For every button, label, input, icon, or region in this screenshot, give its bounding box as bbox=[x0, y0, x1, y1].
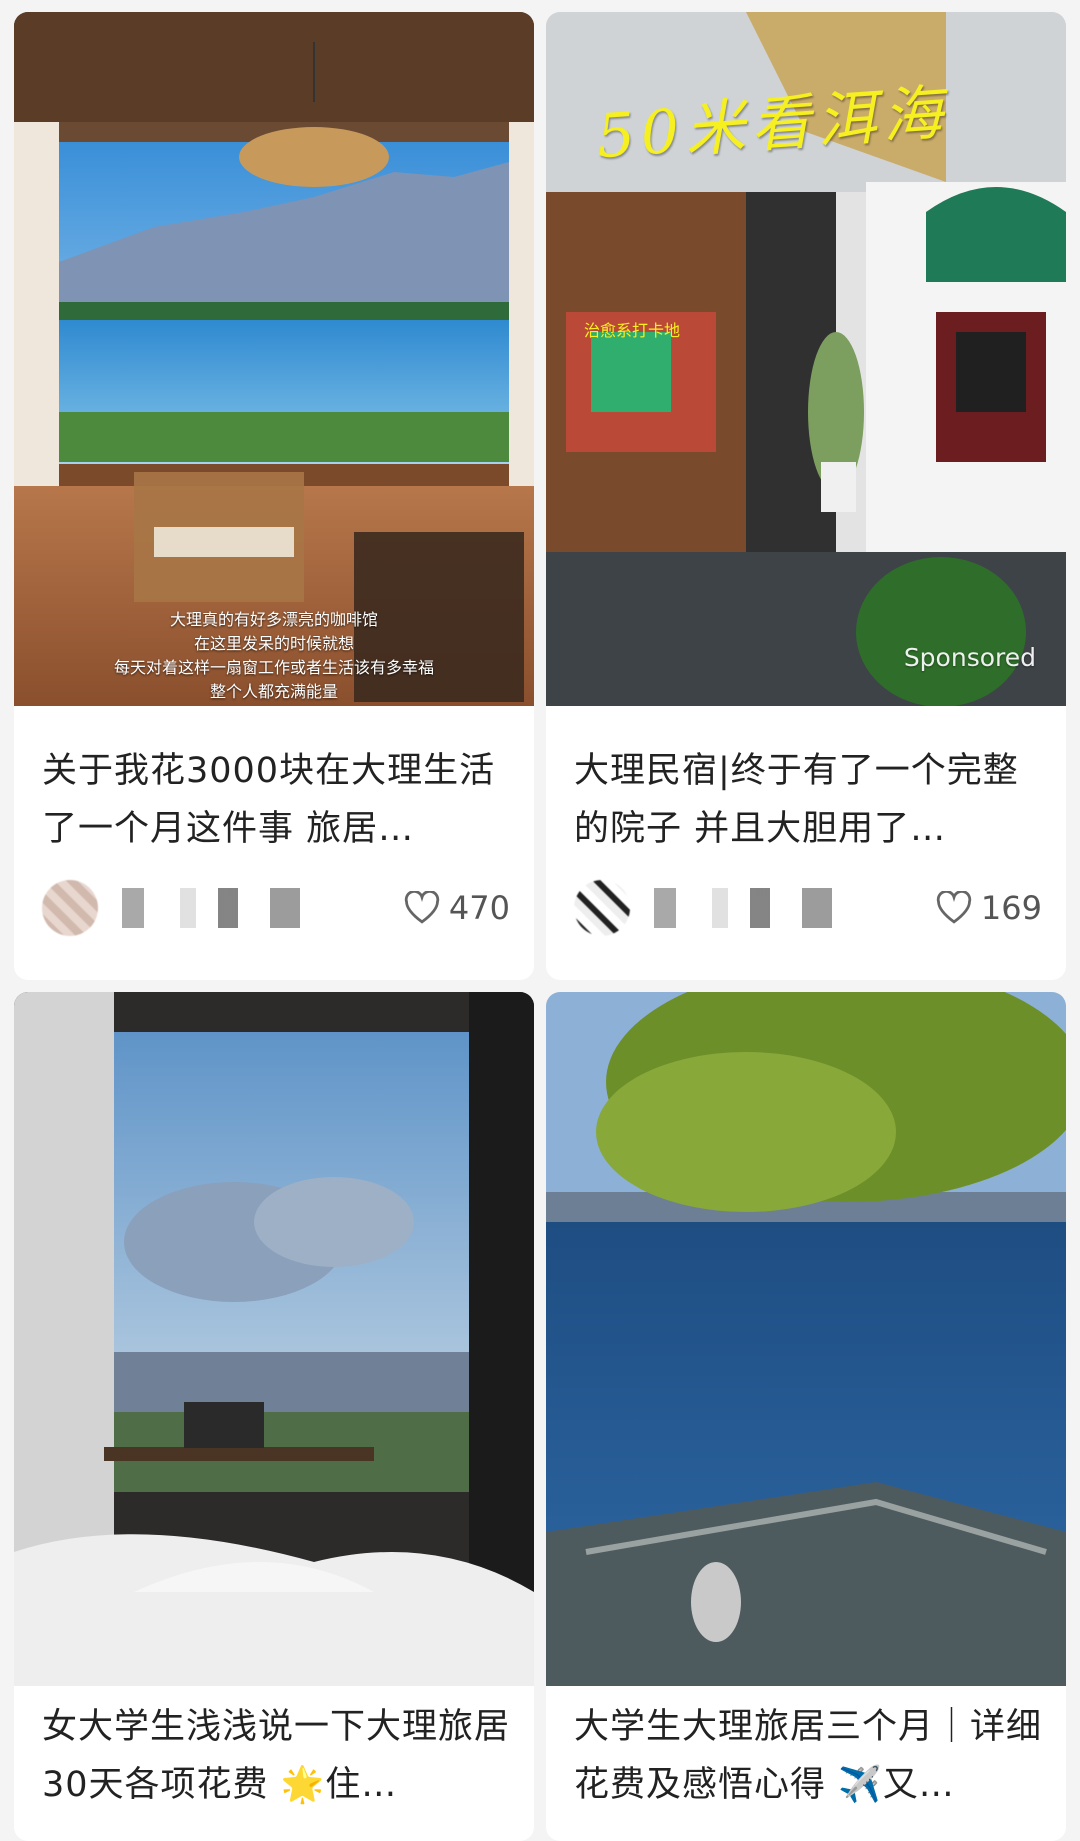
heart-icon bbox=[936, 891, 972, 924]
card-meta: 470 bbox=[42, 872, 510, 942]
card-4-image[interactable] bbox=[546, 992, 1066, 1686]
card-meta: 169 bbox=[574, 872, 1042, 942]
card-title[interactable]: 女大学生浅浅说一下大理旅居30天各项花费 🌟住… bbox=[42, 1698, 510, 1814]
card-1-image[interactable]: 大理真的有好多漂亮的咖啡馆 在这里发呆的时候就想 每天对着这样一扇窗工作或者生活… bbox=[14, 12, 534, 706]
lake-boat-image bbox=[546, 992, 1066, 1686]
caption-line: 每天对着这样一扇窗工作或者生活该有多幸福 bbox=[113, 658, 434, 677]
like-count: 470 bbox=[448, 889, 510, 927]
caption-line: 大理真的有好多漂亮的咖啡馆 bbox=[169, 610, 378, 629]
window-bedroom-image bbox=[14, 992, 534, 1686]
card-title[interactable]: 大学生大理旅居三个月｜详细花费及感悟心得 ✈️又… bbox=[574, 1698, 1042, 1814]
cafe-lake-view-image bbox=[14, 12, 534, 706]
feed-card-2[interactable]: 50米看洱海 治愈系打卡地 Sponsored 大理民宿|终于有了一个完整的院子… bbox=[546, 12, 1066, 980]
heart-icon bbox=[404, 891, 440, 924]
like-button[interactable]: 169 bbox=[935, 886, 1042, 930]
card-2-image[interactable]: 50米看洱海 治愈系打卡地 Sponsored bbox=[546, 12, 1066, 706]
feed-card-3[interactable]: 女大学生浅浅说一下大理旅居30天各项花费 🌟住… bbox=[14, 992, 534, 1841]
caption-line: 整个人都充满能量 bbox=[209, 682, 338, 701]
like-button[interactable]: 470 bbox=[403, 886, 510, 930]
feed-card-4[interactable]: 大学生大理旅居三个月｜详细花费及感悟心得 ✈️又… bbox=[546, 992, 1066, 1841]
image-caption: 大理真的有好多漂亮的咖啡馆 在这里发呆的时候就想 每天对着这样一扇窗工作或者生活… bbox=[14, 608, 534, 704]
like-count: 169 bbox=[980, 889, 1042, 927]
avatar[interactable] bbox=[574, 880, 630, 936]
sponsored-label: Sponsored bbox=[903, 643, 1036, 672]
feed-card-1[interactable]: 大理真的有好多漂亮的咖啡馆 在这里发呆的时候就想 每天对着这样一扇窗工作或者生活… bbox=[14, 12, 534, 980]
image-tag: 治愈系打卡地 bbox=[584, 321, 681, 340]
author-name-blurred[interactable] bbox=[642, 888, 887, 928]
card-title[interactable]: 大理民宿|终于有了一个完整的院子 并且大胆用了… bbox=[574, 742, 1042, 858]
avatar[interactable] bbox=[42, 880, 98, 936]
author-name-blurred[interactable] bbox=[110, 888, 355, 928]
caption-line: 在这里发呆的时候就想 bbox=[193, 634, 354, 653]
card-3-image[interactable] bbox=[14, 992, 534, 1686]
card-title[interactable]: 关于我花3000块在大理生活了一个月这件事 旅居… bbox=[42, 742, 510, 858]
